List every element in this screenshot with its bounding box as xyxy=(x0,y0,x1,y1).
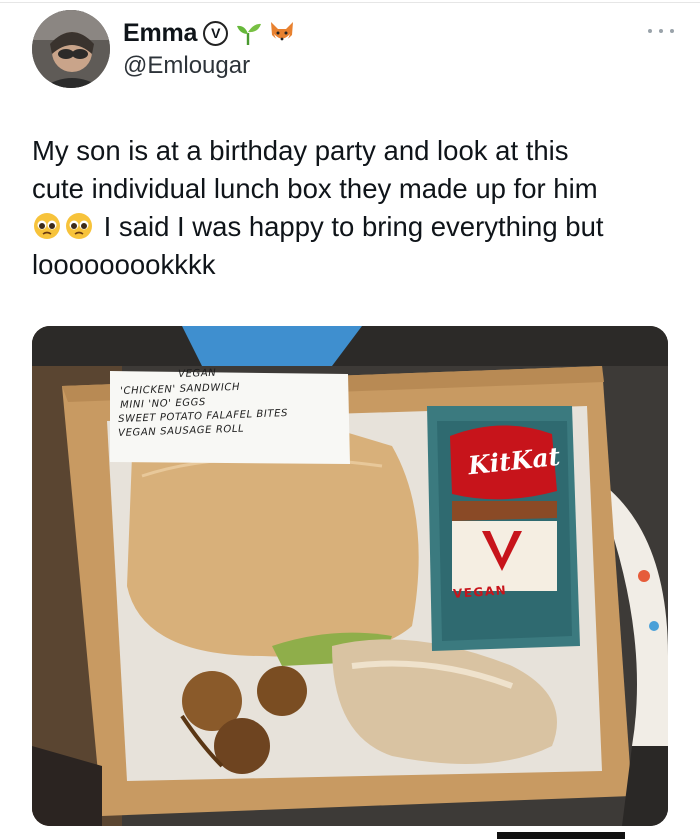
display-name[interactable]: Emma xyxy=(123,19,197,48)
pleading-face-icon xyxy=(34,213,60,239)
tweet-text-line-2: cute individual lunch box they made up f… xyxy=(32,173,598,204)
kitkat-logo: KitKat xyxy=(466,441,562,481)
avatar[interactable] xyxy=(32,10,110,88)
pleading-face-icon xyxy=(66,213,92,239)
author-name-row: Emma V xyxy=(123,16,296,50)
bottom-bar xyxy=(497,832,625,839)
tweet-text-line-3-text: I said I was happy to bring everything b… xyxy=(103,211,604,242)
tweet-text-line-1: My son is at a birthday party and look a… xyxy=(32,135,569,166)
sticker-line-1: VEGAN xyxy=(178,367,217,380)
tweet-text: My son is at a birthday party and look a… xyxy=(32,132,672,284)
verified-icon: V xyxy=(203,20,229,46)
top-divider xyxy=(0,2,700,3)
fox-icon xyxy=(271,22,294,43)
seedling-icon xyxy=(237,23,262,45)
author-handle[interactable]: @Emlougar xyxy=(123,52,250,80)
more-icon[interactable] xyxy=(648,27,674,35)
tweet-text-line-3: I said I was happy to bring everything b… xyxy=(32,208,672,246)
tweet-text-line-4: looooooookkkk xyxy=(32,249,216,280)
